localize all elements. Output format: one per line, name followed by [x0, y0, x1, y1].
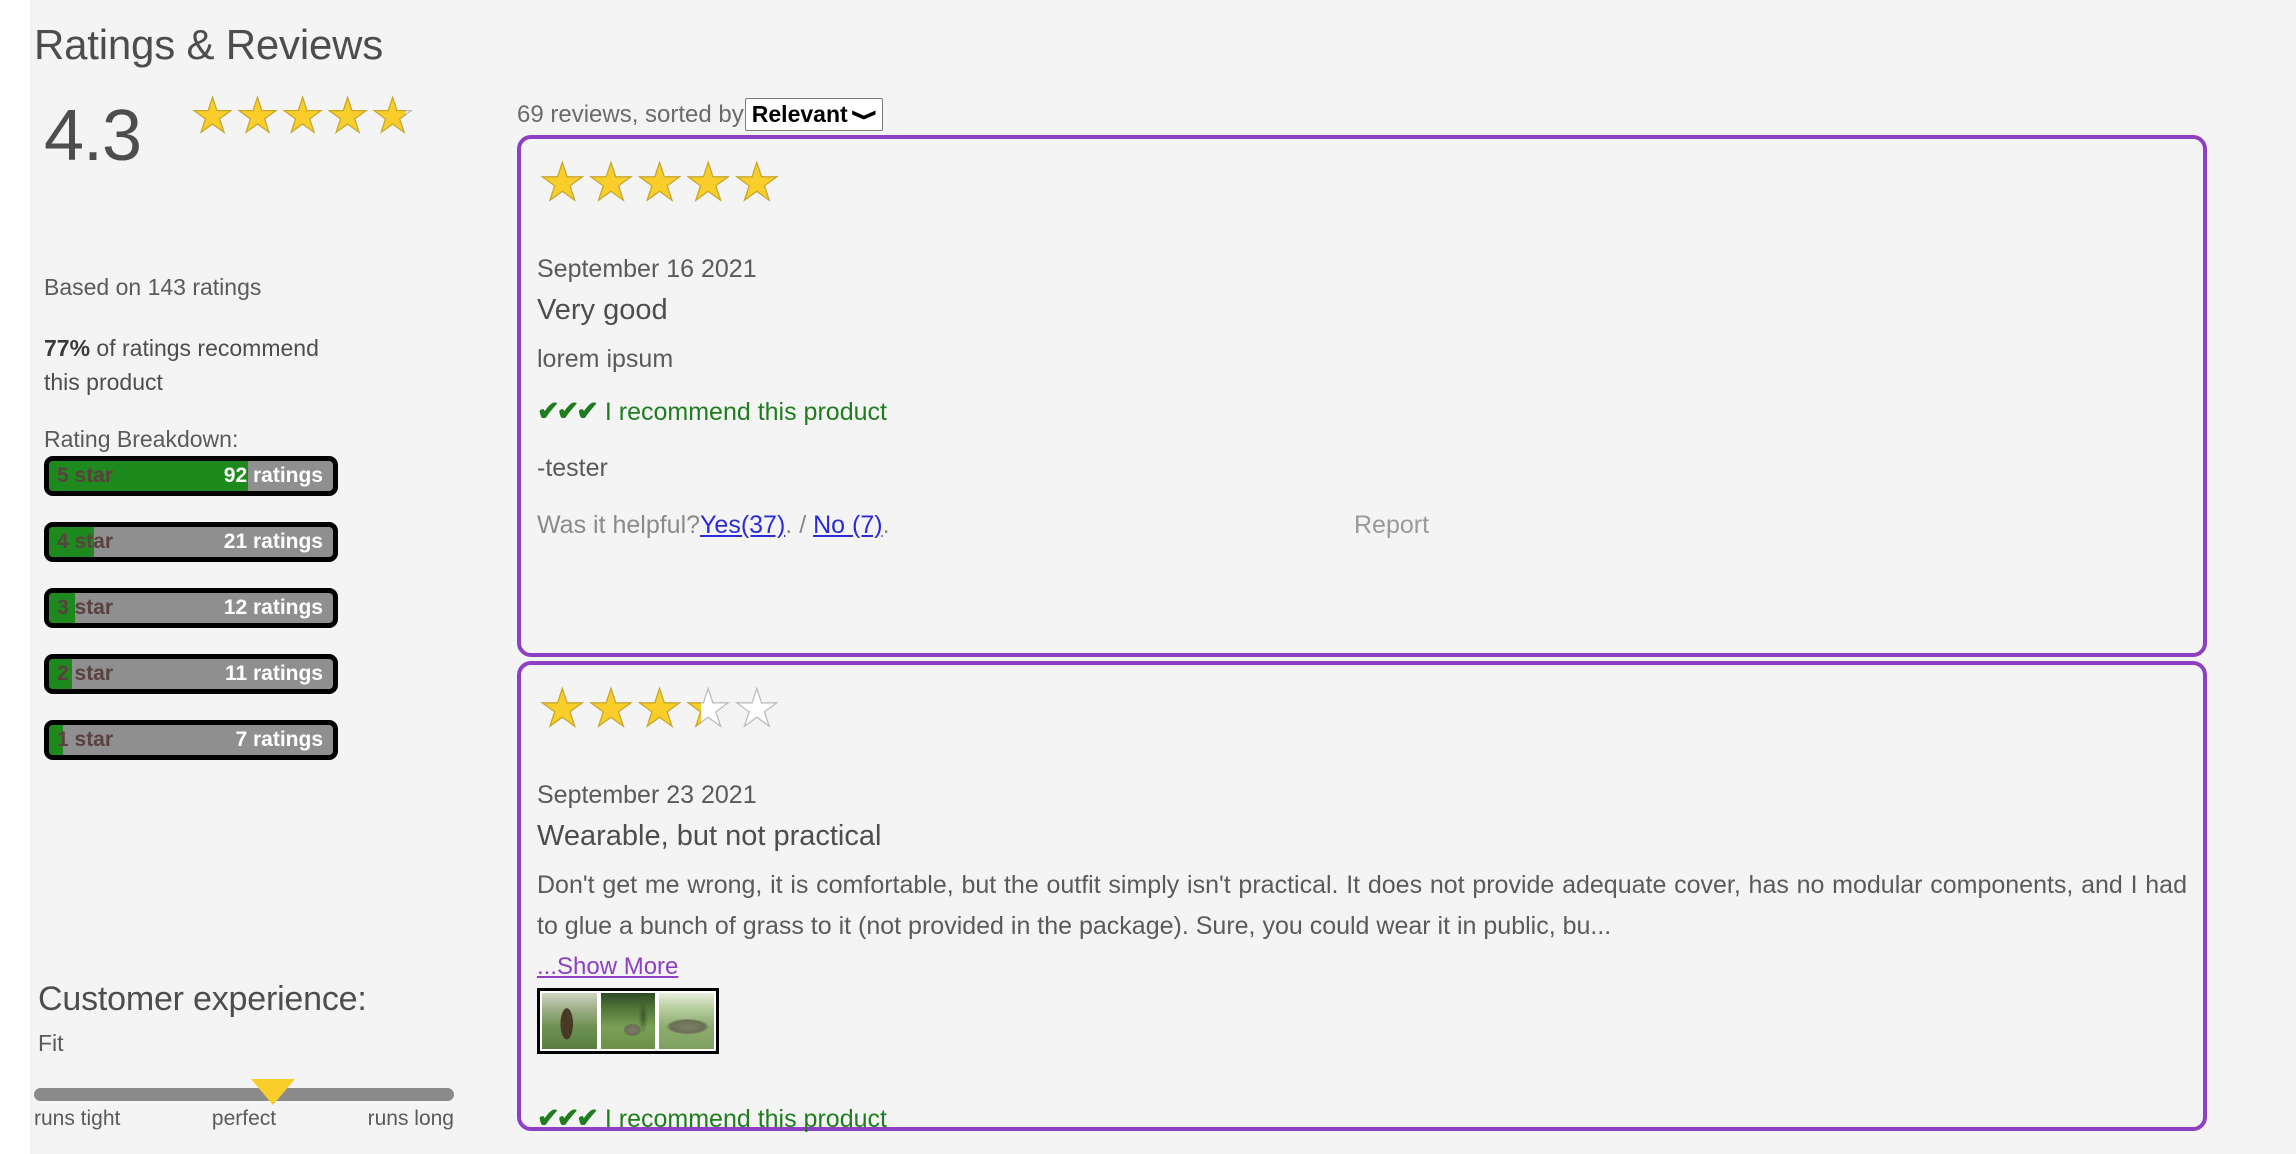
rating-breakdown-bar[interactable]: 4 star 21 ratings: [44, 522, 338, 562]
rating-bar-count: 11 ratings: [224, 662, 323, 685]
rating-breakdown-bar[interactable]: 1 star 7 ratings: [44, 720, 338, 760]
review-photo-thumbnail[interactable]: [657, 991, 717, 1051]
rating-bar-label: 3 star: [57, 596, 114, 619]
star-icon: ★: [371, 93, 406, 141]
average-score-stars: ★★★★★ ★★★★★: [190, 92, 441, 143]
ratings-reviews-page: Ratings & Reviews 4.3 ★★★★★ ★★★★★ Based o…: [30, 0, 2296, 1154]
fit-scale-left-label: runs tight: [34, 1107, 121, 1130]
rating-breakdown-bar[interactable]: 5 star 92 ratings: [44, 456, 338, 496]
review-recommend-text: I recommend this product: [604, 1105, 887, 1133]
average-score-value: 4.3: [44, 96, 142, 176]
review-title: Wearable, but not practical: [537, 820, 882, 852]
star-fill: ★★★★★: [191, 93, 406, 141]
rating-bar-count: 92 ratings: [223, 464, 323, 487]
star-icon: ★: [280, 93, 325, 141]
rating-breakdown-label: Rating Breakdown:: [44, 426, 239, 452]
average-score-row: 4.3 ★★★★★ ★★★★★: [36, 92, 476, 182]
review-date: September 23 2021: [537, 781, 757, 809]
star-icon: ★: [587, 157, 635, 209]
review-star-rating-icon: ★★★★★★★★★★: [538, 156, 809, 212]
star-icon: ★: [636, 157, 684, 209]
star-icon: ★: [733, 680, 781, 738]
helpful-no-suffix: .: [882, 511, 890, 539]
star-icon: ★: [539, 157, 586, 209]
page-title: Ratings & Reviews: [34, 21, 384, 68]
based-on-ratings-label: Based on 143 ratings: [44, 274, 262, 300]
rating-bar-label: 2 star: [57, 662, 114, 685]
review-photo-thumbnail[interactable]: [540, 991, 599, 1051]
review-card: ★★★★★★★★★★ September 23 2021 Wearable, b…: [517, 661, 2207, 1134]
review-photo-thumbnail[interactable]: [598, 991, 658, 1051]
star-rating-icon: ★★★★★ ★★★★★: [190, 92, 441, 143]
rating-breakdown-bar[interactable]: 3 star 12 ratings: [44, 588, 338, 628]
show-more-link[interactable]: ...Show More: [537, 953, 678, 981]
star-icon: ★: [636, 683, 684, 735]
review-recommend-text: I recommend this product: [604, 398, 887, 426]
fit-slider-marker-icon: [251, 1079, 296, 1105]
rating-bar-label: 4 star: [57, 530, 114, 553]
star-icon: ★: [325, 93, 370, 141]
check-icon: ✔✔✔: [537, 396, 599, 426]
review-body-text: Don't get me wrong, it is comfortable, b…: [537, 871, 2187, 940]
review-card: ★★★★★ ★★★★★ September 16 2021 Very good l…: [517, 135, 2207, 657]
sort-by-select[interactable]: Relevant: [744, 98, 883, 131]
review-author: -tester: [537, 454, 608, 482]
report-review-link[interactable]: Report: [1354, 511, 1429, 540]
review-star-rating-icon: ★★★★★★★★★★: [538, 680, 809, 738]
fit-scale-mid-label: perfect: [211, 1107, 277, 1130]
review-title: Very good: [537, 294, 668, 326]
helpful-yes-link[interactable]: Yes(37): [700, 511, 785, 539]
star-icon: ★: [684, 683, 701, 735]
review-date: September 16 2021: [537, 255, 757, 283]
recommend-percentage-value: 77%: [44, 335, 91, 361]
review-helpful-row: Was it helpful?Yes(37). / No (7).: [537, 511, 890, 540]
rating-breakdown-bars: 5 star 92 ratings 4 star 21 ratings 3 star 12…: [44, 456, 338, 786]
customer-experience-attribute-label: Fit: [38, 1030, 64, 1056]
star-icon: ★: [587, 683, 635, 735]
rating-bar-label: 1 star: [57, 728, 114, 751]
rating-bar-count: 12 ratings: [223, 596, 323, 619]
reviews-count-label: 69 reviews, sorted by: [517, 100, 744, 128]
star-icon: ★: [539, 683, 586, 735]
rating-bar-label: 5 star: [57, 464, 114, 487]
ratings-summary-panel: 4.3 ★★★★★ ★★★★★ Based on 143 ratings 77% …: [36, 92, 476, 760]
review-recommend-line: ✔✔✔ I recommend this product: [537, 1103, 887, 1134]
fit-slider-scale: runs tight perfect runs long: [34, 1107, 454, 1131]
star-icon: ★: [191, 93, 235, 141]
star-fill: ★★★★★: [539, 157, 809, 209]
star-icon: ★: [235, 93, 280, 141]
star-icon: ★: [733, 157, 781, 209]
reviews-header: 69 reviews, sorted by Relevant: [517, 98, 883, 131]
helpful-prompt-label: Was it helpful?: [537, 511, 701, 539]
review-recommend-line: ✔✔✔ I recommend this product: [537, 396, 887, 427]
rating-bar-count: 7 ratings: [235, 728, 323, 751]
star-fill: ★★★★★: [539, 683, 701, 735]
check-icon: ✔✔✔: [537, 1103, 599, 1133]
review-body-text: lorem ipsum: [537, 345, 674, 373]
rating-bar-count: 21 ratings: [223, 530, 323, 553]
helpful-no-link[interactable]: No (7): [813, 511, 882, 539]
helpful-separator: /: [792, 511, 814, 539]
review-photo-thumbnails: [537, 988, 719, 1054]
fit-slider-track[interactable]: [34, 1088, 454, 1101]
rating-breakdown-bar[interactable]: 2 star 11 ratings: [44, 654, 338, 694]
recommend-percentage-text: 77% of ratings recommend this product: [44, 331, 344, 399]
customer-experience-title: Customer experience:: [38, 980, 367, 1018]
fit-scale-right-label: runs long: [367, 1107, 454, 1130]
star-icon: ★: [684, 157, 732, 209]
sort-select-wrapper[interactable]: Relevant: [744, 98, 883, 131]
